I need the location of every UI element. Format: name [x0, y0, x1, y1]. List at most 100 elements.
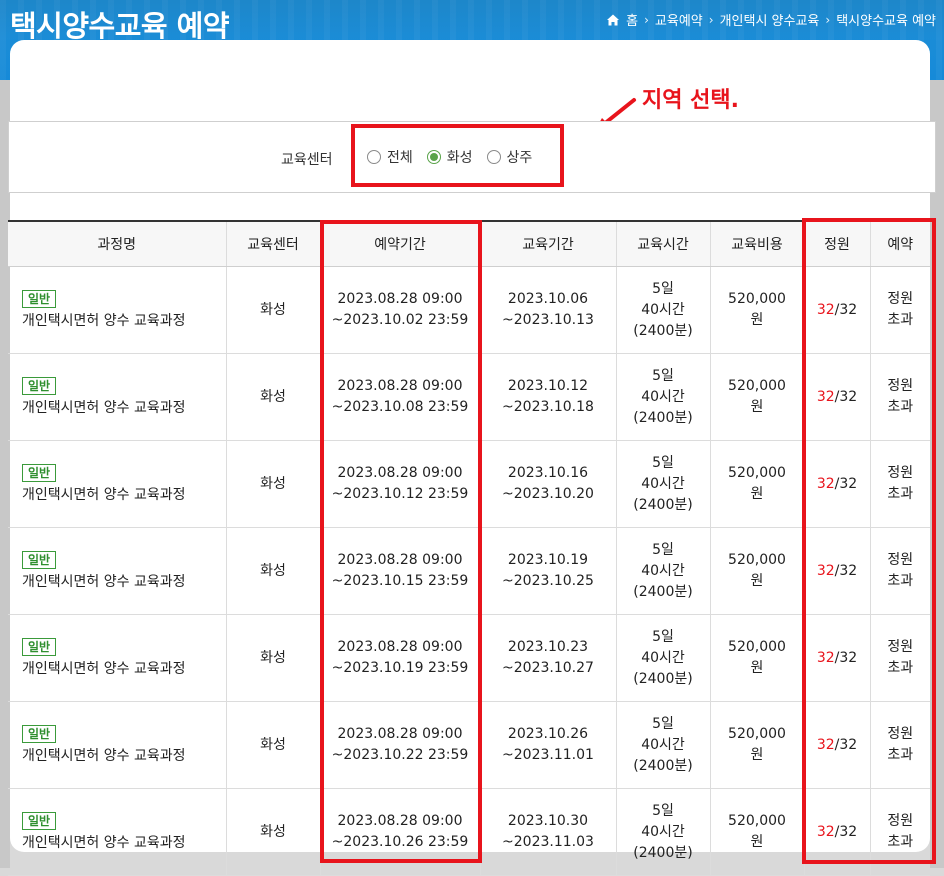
col-header-edu-time: 교육시간	[615, 220, 710, 267]
reserve-status-cell: 정원 초과	[869, 788, 930, 876]
course-name[interactable]: 개인택시면허 양수 교육과정	[22, 485, 225, 506]
status-line-1: 정원	[887, 639, 914, 655]
edu-minutes: (2400분)	[633, 322, 693, 339]
price-unit: 원	[750, 660, 764, 676]
reserve-start: 2023.08.28 09:00	[337, 552, 463, 568]
table-body: 일반 개인택시면허 양수 교육과정 화성 2023.08.28 09:00 ~2023.…	[8, 266, 930, 876]
capacity-total: /32	[834, 475, 858, 492]
edu-time-cell: 5일 40시간 (2400분)	[615, 353, 710, 441]
cost-cell: 520,000 원	[709, 614, 804, 702]
breadcrumb-home[interactable]: 홈	[626, 10, 638, 29]
capacity-total: /32	[834, 649, 858, 666]
price-value: 520,000	[728, 378, 786, 394]
course-cell[interactable]: 일반개인택시면허 양수 교육과정	[8, 266, 226, 354]
course-cell[interactable]: 일반 개인택시면허 양수 교육과정	[8, 701, 226, 789]
course-tag-badge: 일반	[22, 463, 57, 482]
edu-period-cell: 2023.10.26 ~2023.11.01	[479, 701, 616, 789]
chevron-right-icon: ›	[825, 12, 831, 27]
radio-button-checked[interactable]	[426, 150, 441, 164]
edu-period-cell: 2023.10.30 ~2023.11.03	[479, 788, 616, 876]
edu-hours: 40시간	[641, 823, 685, 840]
course-name[interactable]: 개인택시면허 양수 교육과정	[22, 572, 225, 593]
reserve-start: 2023.08.28 09:00	[337, 465, 463, 481]
reserve-end: ~2023.10.15 23:59	[331, 573, 469, 589]
table-row: 일반 개인택시면허 양수 교육과정 화성 2023.08.28 09:00 ~2023.…	[8, 614, 930, 702]
reserve-period-cell: 2023.08.28 09:00 ~2023.10.22 23:59	[319, 701, 480, 789]
edu-minutes: (2400분)	[633, 496, 693, 513]
breadcrumb-reservation[interactable]: 교육예약	[655, 10, 703, 29]
center-cell: 화성	[225, 353, 320, 441]
edu-end: ~2023.10.25	[502, 573, 594, 589]
cost-cell: 520,000 원	[709, 266, 804, 354]
edu-period-cell: 2023.10.19 ~2023.10.25	[479, 527, 616, 615]
reserve-period-cell: 2023.08.28 09:00 ~2023.10.12 23:59	[319, 440, 480, 528]
center-cell: 화성	[225, 701, 320, 789]
reserve-start: 2023.08.28 09:00	[337, 639, 463, 655]
course-name[interactable]: 개인택시면허 양수 교육과정	[22, 311, 225, 332]
status-line-2: 초과	[887, 399, 914, 415]
edu-hours: 40시간	[641, 301, 685, 318]
edu-days: 5일	[652, 715, 674, 732]
edu-days: 5일	[652, 280, 674, 297]
course-tag-badge: 일반	[22, 376, 57, 395]
radio-button[interactable]	[486, 150, 501, 164]
course-name[interactable]: 개인택시면허 양수 교육과정	[22, 398, 225, 419]
breadcrumb-transfer-edu[interactable]: 개인택시 양수교육	[720, 10, 820, 29]
cost-cell: 520,000 원	[709, 440, 804, 528]
course-tag-badge: 일반	[22, 289, 57, 308]
capacity-cell: 32/32	[803, 701, 870, 789]
price-unit: 원	[750, 573, 764, 589]
status-line-1: 정원	[887, 726, 914, 742]
course-cell[interactable]: 일반 개인택시면허 양수 교육과정	[8, 527, 226, 615]
edu-start: 2023.10.30	[507, 813, 589, 829]
home-icon[interactable]	[606, 13, 620, 27]
reserve-end: ~2023.10.19 23:59	[331, 660, 469, 676]
edu-time-cell: 5일 40시간 (2400분)	[615, 527, 710, 615]
edu-days: 5일	[652, 802, 674, 819]
price-value: 520,000	[728, 291, 786, 307]
table-header-row: 과정명 교육센터 예약기간 교육기간 교육시간 교육비용 정원 예약	[8, 220, 930, 267]
reserve-status-cell: 정원 초과	[869, 353, 930, 441]
table-row: 일반 개인택시면허 양수 교육과정 화성 2023.08.28 09:00 ~2023.…	[8, 440, 930, 528]
annotation-text: 지역 선택.	[642, 88, 739, 113]
edu-start: 2023.10.12	[507, 378, 589, 394]
col-header-edu-cost: 교육비용	[709, 220, 804, 267]
course-name[interactable]: 개인택시면허 양수 교육과정	[22, 833, 225, 854]
reserve-end: ~2023.10.12 23:59	[331, 486, 469, 502]
edu-minutes: (2400분)	[633, 670, 693, 687]
edu-end: ~2023.10.20	[502, 486, 594, 502]
edu-end: ~2023.10.18	[502, 399, 594, 415]
edu-hours: 40시간	[641, 736, 685, 753]
table-row: 일반 개인택시면허 양수 교육과정 화성 2023.08.28 09:00 ~2023.…	[8, 701, 930, 789]
capacity-current: 32	[816, 736, 835, 753]
course-cell[interactable]: 일반 개인택시면허 양수 교육과정	[8, 788, 226, 876]
edu-hours: 40시간	[641, 388, 685, 405]
cost-cell: 520,000 원	[709, 353, 804, 441]
course-cell[interactable]: 일반개인택시면허 양수 교육과정	[8, 440, 226, 528]
capacity-cell: 32/32	[803, 266, 870, 354]
radio-option-all[interactable]: 전체	[367, 147, 413, 167]
edu-hours: 40시간	[641, 475, 685, 492]
edu-time-cell: 5일 40시간 (2400분)	[615, 440, 710, 528]
radio-button[interactable]	[367, 150, 381, 164]
radio-option-sangju[interactable]: 상주	[486, 147, 532, 167]
col-header-center: 교육센터	[225, 220, 320, 267]
edu-start: 2023.10.06	[507, 291, 589, 307]
edu-time-cell: 5일 40시간 (2400분)	[615, 266, 710, 354]
course-name[interactable]: 개인택시면허 양수 교육과정	[22, 746, 225, 767]
course-cell[interactable]: 일반개인택시면허 양수 교육과정	[8, 353, 226, 441]
radio-option-hwaseong[interactable]: 화성	[426, 147, 473, 167]
course-cell[interactable]: 일반 개인택시면허 양수 교육과정	[8, 614, 226, 702]
edu-time-cell: 5일 40시간 (2400분)	[615, 788, 710, 876]
status-line-2: 초과	[887, 660, 914, 676]
price-unit: 원	[750, 312, 764, 328]
status-line-2: 초과	[887, 834, 914, 850]
reserve-start: 2023.08.28 09:00	[337, 813, 463, 829]
capacity-current: 32	[816, 823, 835, 840]
breadcrumb: 홈 › 교육예약 › 개인택시 양수교육 › 택시양수교육 예약	[606, 10, 936, 29]
course-name[interactable]: 개인택시면허 양수 교육과정	[22, 659, 225, 680]
capacity-current: 32	[816, 301, 835, 318]
capacity-total: /32	[834, 301, 858, 318]
col-header-capacity: 정원	[803, 220, 870, 267]
price-value: 520,000	[728, 726, 786, 742]
